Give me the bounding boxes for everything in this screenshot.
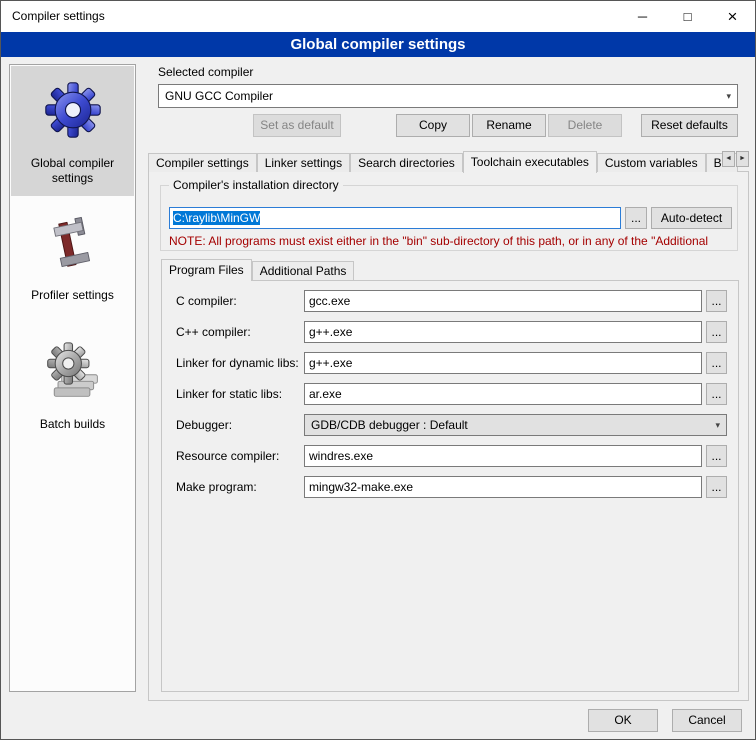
maximize-button[interactable]: □	[665, 1, 710, 32]
debugger-label: Debugger:	[176, 418, 232, 432]
cpp-compiler-input[interactable]	[304, 321, 702, 343]
dynamic-linker-browse-button[interactable]: ...	[706, 352, 727, 374]
make-program-browse-button[interactable]: ...	[706, 476, 727, 498]
cpp-compiler-browse-button[interactable]: ...	[706, 321, 727, 343]
make-program-label: Make program:	[176, 480, 257, 494]
installation-directory-browse-button[interactable]: ...	[625, 207, 647, 229]
reset-defaults-button[interactable]: Reset defaults	[641, 114, 738, 137]
sidebar-item-label: Profiler settings	[31, 288, 114, 303]
profiler-clamp-icon	[43, 216, 103, 276]
tab-custom-variables[interactable]: Custom variables	[597, 153, 706, 172]
program-files-tab-strip: Program Files Additional Paths	[161, 258, 354, 280]
selected-compiler-label: Selected compiler	[158, 65, 253, 79]
installation-directory-groupbox: Compiler's installation directory C:\ray…	[160, 185, 738, 251]
tab-toolchain-executables[interactable]: Toolchain executables	[463, 151, 597, 173]
c-compiler-label: C compiler:	[176, 294, 237, 308]
rename-button[interactable]: Rename	[472, 114, 546, 137]
debugger-dropdown[interactable]: GDB/CDB debugger : Default ▾	[304, 414, 727, 436]
c-compiler-input[interactable]	[304, 290, 702, 312]
sidebar-item-profiler-settings[interactable]: Profiler settings	[10, 208, 135, 303]
compiler-settings-window: Compiler settings ─ □ × Global compiler …	[0, 0, 756, 740]
resource-compiler-label: Resource compiler:	[176, 449, 279, 463]
set-as-default-button[interactable]: Set as default	[253, 114, 341, 137]
c-compiler-browse-button[interactable]: ...	[706, 290, 727, 312]
static-linker-label: Linker for static libs:	[176, 387, 282, 401]
installation-directory-label: Compiler's installation directory	[169, 178, 343, 192]
tab-linker-settings[interactable]: Linker settings	[257, 153, 350, 172]
settings-category-sidebar: Global compiler settings Profiler settin…	[9, 64, 136, 692]
auto-detect-button[interactable]: Auto-detect	[651, 207, 732, 229]
copy-button[interactable]: Copy	[396, 114, 470, 137]
tab-search-directories[interactable]: Search directories	[350, 153, 463, 172]
installation-directory-value: C:\raylib\MinGW	[173, 211, 260, 225]
sidebar-item-global-compiler-settings[interactable]: Global compiler settings	[11, 66, 134, 196]
program-files-panel: C compiler: ... C++ compiler: ... Linker…	[161, 280, 739, 692]
tab-program-files[interactable]: Program Files	[161, 259, 252, 281]
close-button[interactable]: ×	[710, 1, 755, 32]
window-controls: ─ □ ×	[620, 1, 755, 32]
sidebar-item-label: Batch builds	[40, 417, 105, 432]
ok-button[interactable]: OK	[588, 709, 658, 732]
tab-compiler-settings[interactable]: Compiler settings	[148, 153, 257, 172]
chevron-down-icon: ▾	[726, 91, 731, 102]
make-program-input[interactable]	[304, 476, 702, 498]
resource-compiler-browse-button[interactable]: ...	[706, 445, 727, 467]
debugger-value: GDB/CDB debugger : Default	[311, 418, 709, 432]
title-bar: Compiler settings ─ □ ×	[1, 1, 755, 32]
dynamic-linker-label: Linker for dynamic libs:	[176, 356, 299, 370]
toolchain-executables-panel: Compiler's installation directory C:\ray…	[148, 171, 749, 701]
tab-scroll-right-button[interactable]: ►	[736, 151, 749, 167]
minimize-button[interactable]: ─	[620, 1, 665, 32]
selected-compiler-dropdown[interactable]: GNU GCC Compiler ▾	[158, 84, 738, 108]
installation-directory-input[interactable]: C:\raylib\MinGW	[169, 207, 621, 229]
static-linker-input[interactable]	[304, 383, 702, 405]
chevron-down-icon: ▾	[715, 420, 720, 431]
selected-compiler-value: GNU GCC Compiler	[165, 89, 720, 103]
settings-tab-strip: Compiler settings Linker settings Search…	[148, 150, 738, 172]
tab-additional-paths[interactable]: Additional Paths	[252, 261, 355, 280]
cpp-compiler-label: C++ compiler:	[176, 325, 251, 339]
cancel-button[interactable]: Cancel	[672, 709, 742, 732]
gray-gear-stack-icon	[43, 341, 103, 401]
delete-button[interactable]: Delete	[548, 114, 622, 137]
bin-subdirectory-note: NOTE: All programs must exist either in …	[169, 234, 733, 248]
resource-compiler-input[interactable]	[304, 445, 702, 467]
page-title: Global compiler settings	[1, 32, 755, 57]
sidebar-item-batch-builds[interactable]: Batch builds	[10, 333, 135, 432]
tab-scroll-left-button[interactable]: ◄	[722, 151, 735, 167]
static-linker-browse-button[interactable]: ...	[706, 383, 727, 405]
blue-gear-icon	[43, 80, 103, 140]
sidebar-item-label: Global compiler settings	[13, 156, 132, 186]
dynamic-linker-input[interactable]	[304, 352, 702, 374]
window-title: Compiler settings	[12, 1, 105, 32]
